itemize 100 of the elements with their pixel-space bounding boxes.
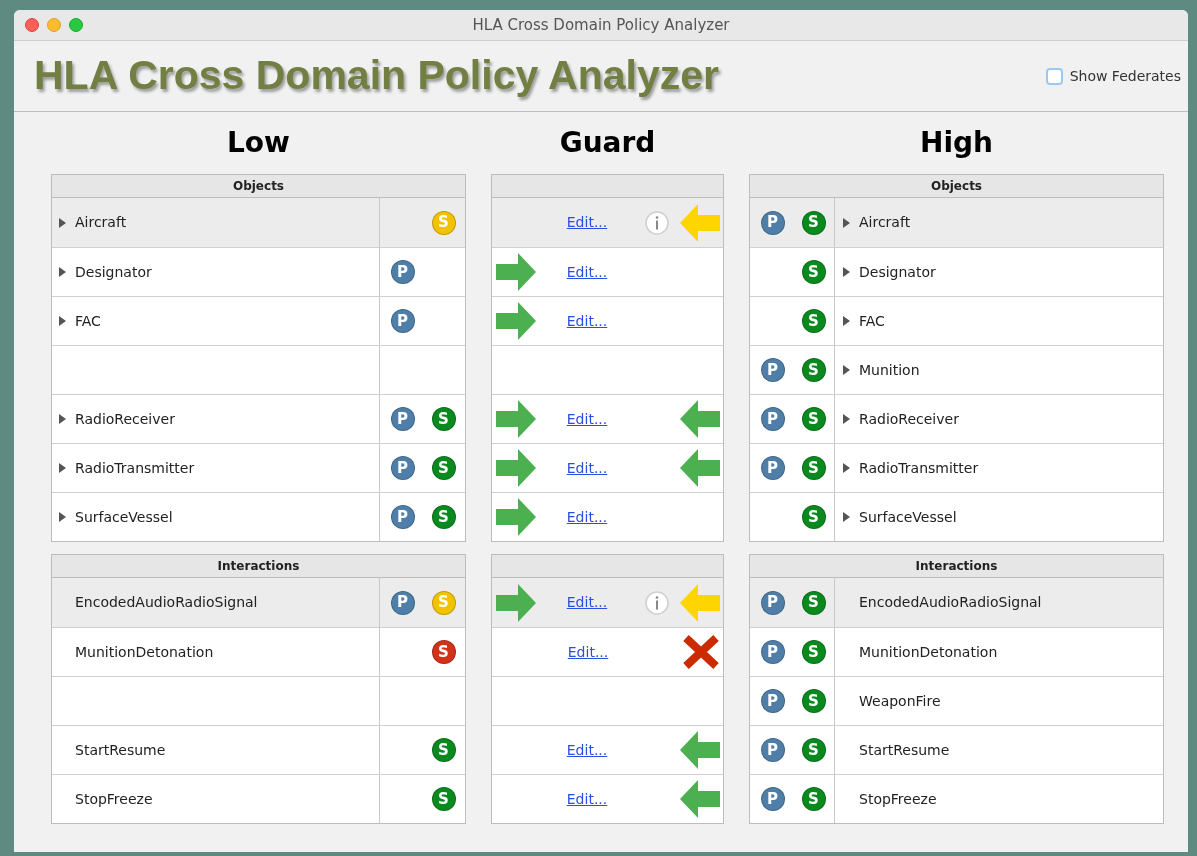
table-row[interactable]: S Designator: [750, 247, 1163, 296]
expand-triangle-icon[interactable]: [843, 217, 850, 228]
status-badge: P: [760, 590, 785, 615]
status-badge: S: [801, 309, 826, 333]
status-badge: S: [431, 738, 456, 762]
status-badge: P: [760, 358, 785, 382]
table-row[interactable]: P S Munition: [750, 345, 1163, 394]
section-title: Objects: [930, 178, 982, 195]
table-row[interactable]: Designator P: [52, 247, 465, 296]
edit-link[interactable]: Edit...: [566, 457, 608, 479]
section-title: Objects: [232, 178, 284, 195]
table-row[interactable]: MunitionDetonation S: [52, 627, 465, 676]
status-badge: P: [760, 640, 785, 664]
status-badge: P: [390, 505, 415, 529]
status-badge: S: [801, 787, 826, 811]
edit-link[interactable]: Edit...: [566, 212, 608, 233]
table-row[interactable]: FAC P: [52, 296, 465, 345]
edit-link[interactable]: Edit...: [566, 739, 608, 761]
status-badge: P: [760, 738, 785, 762]
status-badge: S: [801, 260, 826, 284]
status-badge: P: [760, 456, 785, 480]
table-row[interactable]: S FAC: [750, 296, 1163, 345]
status-badge: S: [431, 407, 456, 431]
item-name: StopFreeze: [75, 789, 153, 809]
close-button[interactable]: [25, 18, 39, 32]
expand-triangle-icon[interactable]: [843, 316, 850, 326]
item-name: StartResume: [859, 740, 950, 760]
item-name: SurfaceVessel: [859, 507, 957, 527]
edit-link[interactable]: Edit...: [567, 641, 609, 663]
edit-link[interactable]: Edit...: [566, 408, 608, 430]
table-row[interactable]: P S MunitionDetonation: [750, 627, 1163, 676]
status-badge: P: [760, 407, 785, 431]
edit-link[interactable]: Edit...: [566, 788, 608, 810]
item-name: EncodedAudioRadioSignal: [75, 593, 258, 612]
section-title: Interactions: [217, 558, 300, 575]
table-row[interactable]: EncodedAudioRadioSignal P S: [52, 578, 465, 627]
expand-triangle-icon[interactable]: [843, 414, 850, 424]
info-icon[interactable]: [645, 210, 669, 235]
item-name: Designator: [75, 262, 152, 282]
expand-triangle-icon[interactable]: [843, 267, 850, 277]
status-badge: P: [760, 787, 785, 811]
status-badge: P: [390, 309, 415, 333]
expand-triangle-icon[interactable]: [843, 365, 850, 375]
status-badge: S: [431, 590, 456, 615]
item-name: StartResume: [75, 740, 166, 760]
status-badge: P: [390, 260, 415, 284]
status-badge: P: [390, 456, 415, 480]
edit-link[interactable]: Edit...: [566, 261, 608, 283]
checkbox-label: Show Federates: [1069, 66, 1181, 86]
table-row[interactable]: Aircraft S: [52, 198, 465, 247]
column-heading: High: [920, 125, 993, 161]
status-badge: S: [801, 407, 826, 431]
expand-triangle-icon[interactable]: [59, 267, 66, 277]
table-row[interactable]: Edit...: [492, 578, 723, 627]
table-row[interactable]: RadioTransmitter P S: [52, 443, 465, 492]
item-name: MunitionDetonation: [859, 642, 998, 662]
item-name: RadioTransmitter: [75, 458, 195, 478]
status-badge: S: [431, 787, 456, 811]
table-row[interactable]: P S WeaponFire: [750, 676, 1163, 725]
status-badge: S: [431, 456, 456, 480]
status-badge: S: [801, 210, 826, 235]
table-row[interactable]: StartResume S: [52, 725, 465, 774]
status-badge: S: [431, 210, 456, 235]
item-name: Aircraft: [75, 213, 127, 232]
table-row[interactable]: P S RadioReceiver: [750, 394, 1163, 443]
section-title: Interactions: [915, 558, 998, 575]
expand-triangle-icon[interactable]: [59, 316, 66, 326]
info-icon[interactable]: [645, 590, 669, 615]
edit-link[interactable]: Edit...: [566, 310, 608, 332]
app-title: HLA Cross Domain Policy Analyzer: [34, 51, 720, 101]
item-name: RadioReceiver: [75, 409, 175, 429]
status-badge: S: [801, 640, 826, 664]
table-row[interactable]: Edit...: [492, 198, 723, 247]
expand-triangle-icon[interactable]: [59, 217, 66, 228]
item-name: EncodedAudioRadioSignal: [859, 593, 1042, 612]
item-name: RadioReceiver: [859, 409, 959, 429]
table-row[interactable]: P S Aircraft: [750, 198, 1163, 247]
table-row[interactable]: RadioReceiver P S: [52, 394, 465, 443]
window-title: HLA Cross Domain Policy Analyzer: [472, 14, 730, 36]
table-row[interactable]: S SurfaceVessel: [750, 492, 1163, 541]
edit-link[interactable]: Edit...: [566, 592, 608, 613]
item-name: Designator: [859, 262, 936, 282]
table-row[interactable]: P S StopFreeze: [750, 774, 1163, 823]
table-row[interactable]: P S StartResume: [750, 725, 1163, 774]
expand-triangle-icon[interactable]: [843, 512, 850, 522]
edit-link[interactable]: Edit...: [566, 506, 608, 528]
status-badge: S: [801, 456, 826, 480]
checkbox[interactable]: [1045, 67, 1063, 85]
table-row[interactable]: P S RadioTransmitter: [750, 443, 1163, 492]
status-badge: P: [390, 590, 415, 615]
item-name: RadioTransmitter: [859, 458, 979, 478]
expand-triangle-icon[interactable]: [59, 414, 66, 424]
status-badge: S: [801, 738, 826, 762]
table-row[interactable]: SurfaceVessel P S: [52, 492, 465, 541]
table-row[interactable]: P S EncodedAudioRadioSignal: [750, 578, 1163, 627]
expand-triangle-icon[interactable]: [843, 463, 850, 473]
expand-triangle-icon[interactable]: [59, 463, 66, 473]
item-name: SurfaceVessel: [75, 507, 173, 527]
expand-triangle-icon[interactable]: [59, 512, 66, 522]
table-row[interactable]: StopFreeze S: [52, 774, 465, 823]
